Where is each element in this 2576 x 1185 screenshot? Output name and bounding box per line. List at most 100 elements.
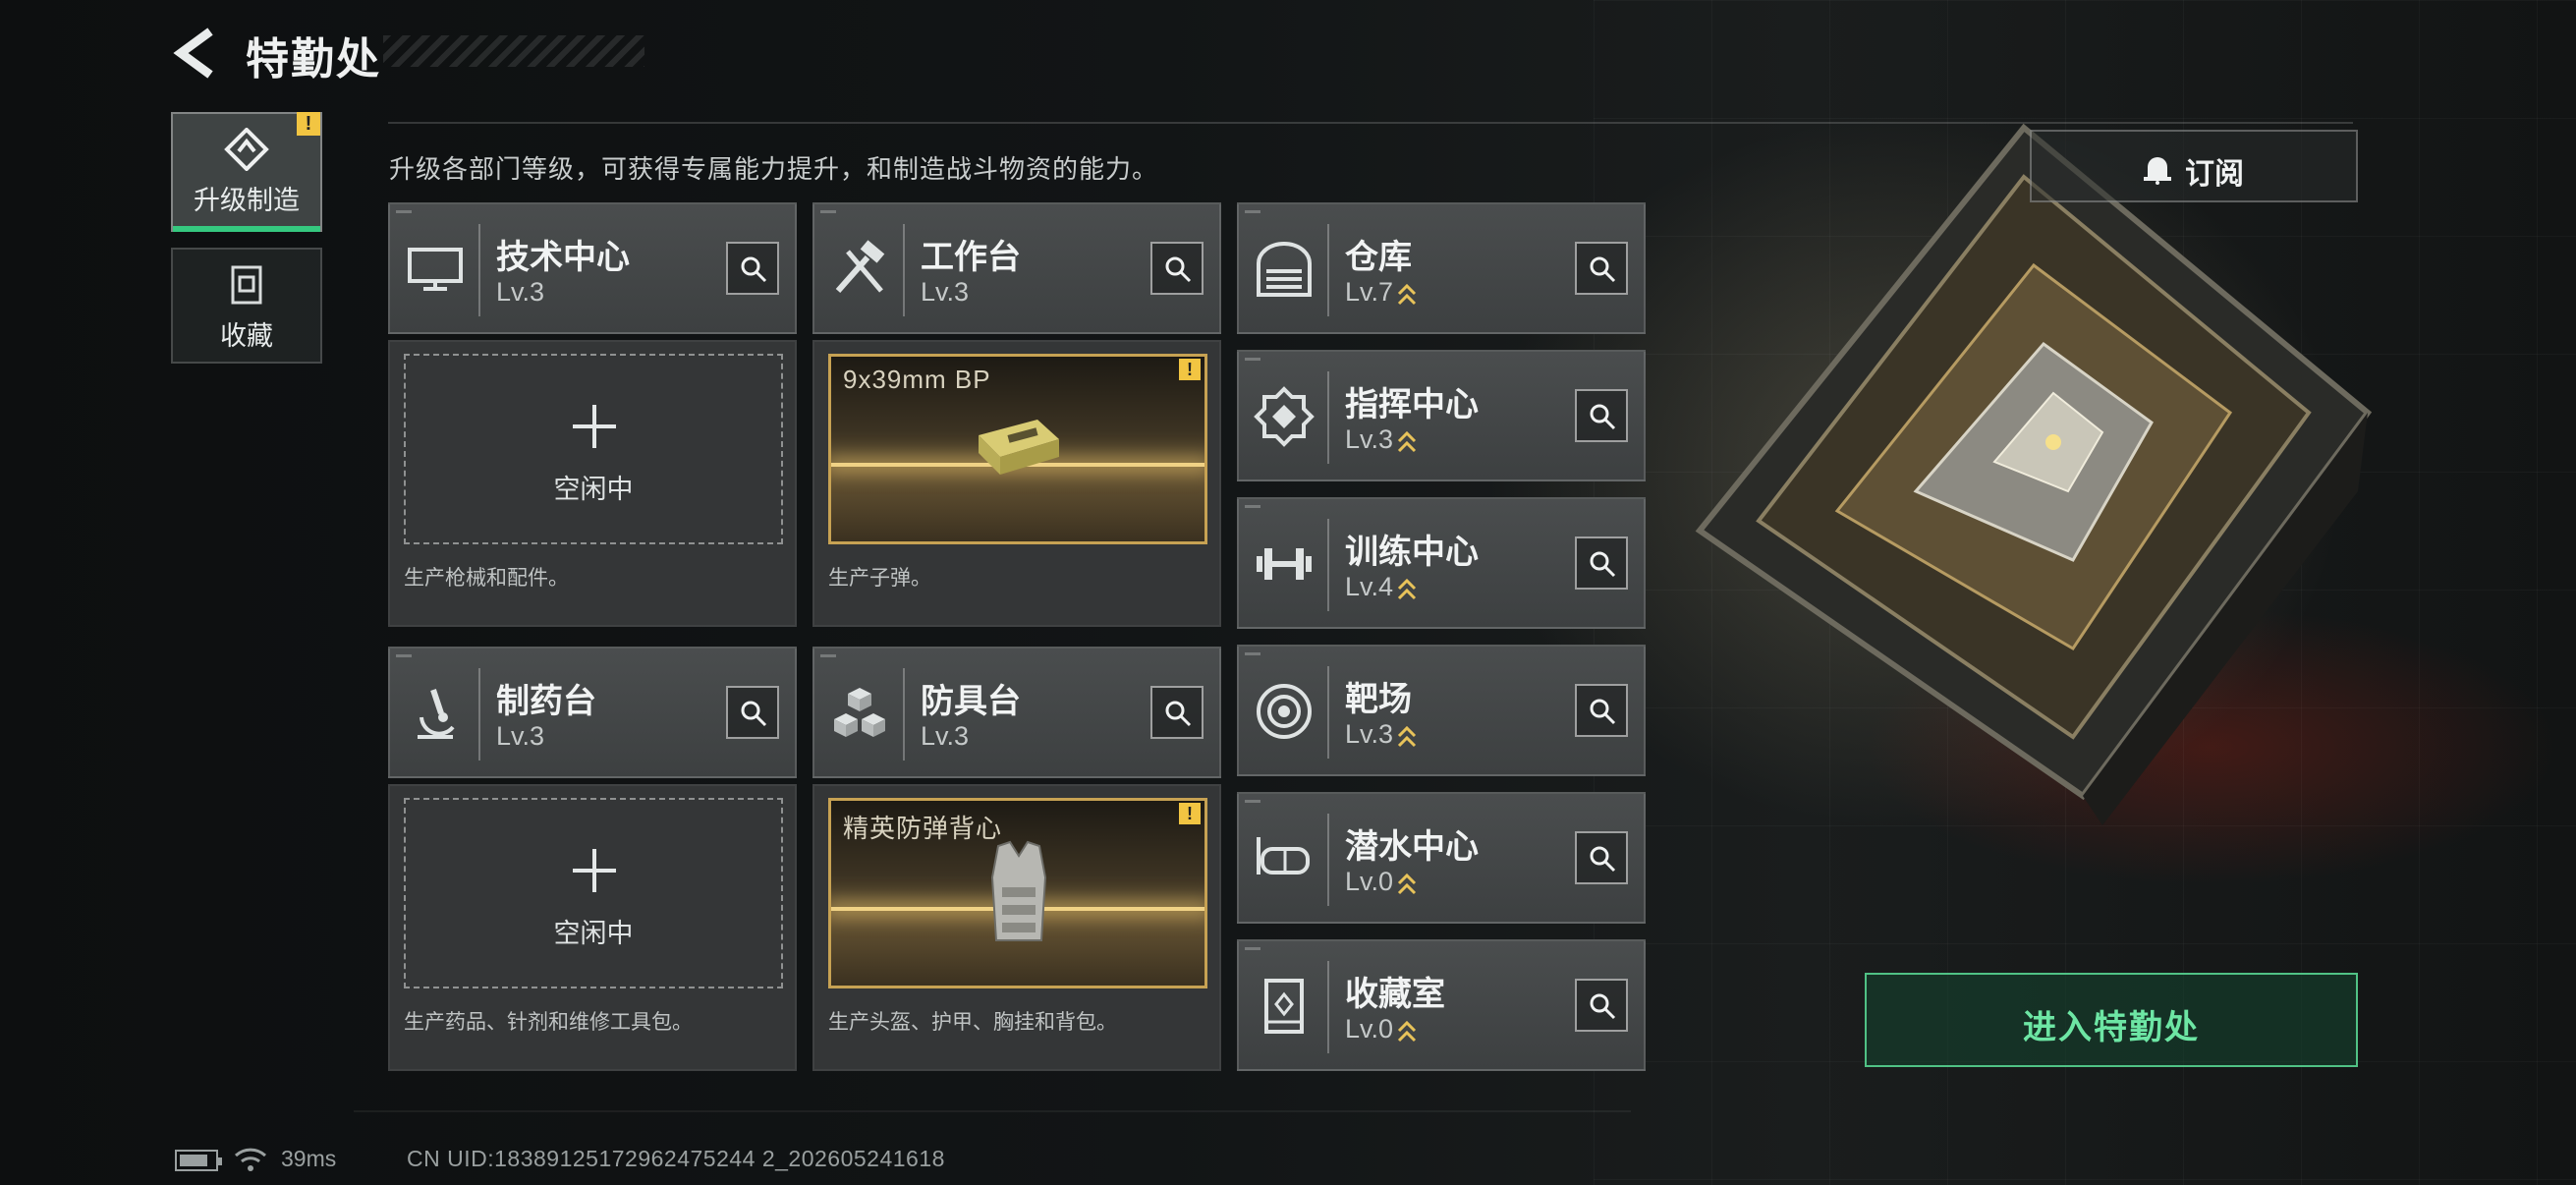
upgrade-available-icon [1397, 430, 1417, 452]
facility-card-training-center[interactable]: 训练中心 Lv.4 [1237, 497, 1646, 629]
notification-badge: ! [1179, 359, 1201, 380]
facility-name: 指挥中心 [1345, 386, 1479, 423]
facility-level: Lv.0 [1345, 867, 1417, 897]
enter-special-ops-button[interactable]: 进入特勤处 [1865, 973, 2358, 1067]
facility-name: 制药台 [496, 683, 596, 720]
facility-level: Lv.0 [1345, 1014, 1417, 1044]
production-description: 生产药品、针剂和维修工具包。 [404, 1011, 693, 1034]
card-divider [903, 668, 905, 761]
production-panel-tech-center: 空闲中 生产枪械和配件。 [388, 340, 797, 627]
title-decoration [383, 35, 644, 67]
search-icon [1590, 846, 1616, 873]
enter-button-label: 进入特勤处 [2023, 1009, 2200, 1046]
notification-badge: ! [297, 112, 320, 136]
production-panel-pharmacy: 空闲中 生产药品、针剂和维修工具包。 [388, 784, 797, 1071]
subscribe-label: 订阅 [2185, 158, 2244, 191]
facility-level: Lv.4 [1345, 572, 1417, 602]
facility-level: Lv.3 [921, 721, 970, 751]
production-item-slot[interactable]: 精英防弹背心 ! [828, 798, 1207, 988]
facility-card-collection-room[interactable]: 收藏室 Lv.0 [1237, 939, 1646, 1071]
card-corner-mark [396, 654, 412, 657]
bell-icon [2144, 157, 2171, 185]
wifi-icon [234, 1148, 267, 1171]
facility-card-warehouse[interactable]: 仓库 Lv.7 [1237, 202, 1646, 334]
inspect-button[interactable] [1575, 979, 1628, 1032]
card-divider [1327, 519, 1329, 611]
production-panel-workbench: 9x39mm BP ! 生产子弹。 [812, 340, 1221, 627]
facility-level: Lv.7 [1345, 277, 1417, 308]
card-divider [1327, 814, 1329, 906]
card-corner-mark [1245, 652, 1260, 655]
inspect-button[interactable] [1575, 536, 1628, 590]
card-divider [1327, 224, 1329, 316]
level-text: Lv.0 [1345, 867, 1394, 896]
facility-card-diving-center[interactable]: 潜水中心 Lv.0 [1237, 792, 1646, 924]
inspect-button[interactable] [726, 686, 779, 739]
facility-name: 收藏室 [1345, 976, 1445, 1013]
notification-badge: ! [1179, 803, 1201, 824]
header-divider [388, 122, 2353, 124]
production-description: 生产头盔、护甲、胸挂和背包。 [828, 1011, 1117, 1034]
command-gear-icon [1254, 386, 1315, 447]
search-icon [741, 701, 767, 727]
inspect-button[interactable] [1150, 686, 1204, 739]
facility-card-workbench[interactable]: 工作台 Lv.3 [812, 202, 1221, 334]
production-description: 生产子弹。 [828, 567, 931, 590]
display-case-icon [1264, 979, 1304, 1034]
level-text: Lv.7 [1345, 277, 1394, 307]
level-text: Lv.4 [1345, 572, 1394, 601]
card-corner-mark [1245, 800, 1260, 803]
upgrade-available-icon [1397, 578, 1417, 599]
card-corner-mark [820, 654, 836, 657]
facility-name: 训练中心 [1345, 534, 1479, 571]
inspect-button[interactable] [1150, 242, 1204, 295]
facility-card-shooting-range[interactable]: 靶场 Lv.3 [1237, 645, 1646, 776]
search-icon [1165, 701, 1192, 727]
facility-card-tech-center[interactable]: 技术中心 Lv.3 [388, 202, 797, 334]
microscope-icon [418, 689, 455, 739]
inspect-button[interactable] [1575, 684, 1628, 737]
idle-production-slot[interactable]: 空闲中 [404, 798, 783, 988]
inspect-button[interactable] [1575, 831, 1628, 884]
card-divider [903, 224, 905, 316]
facility-name: 靶场 [1345, 681, 1412, 718]
production-description: 生产枪械和配件。 [404, 567, 569, 590]
search-icon [741, 256, 767, 283]
diving-mask-icon [1257, 837, 1310, 875]
vest-icon [990, 840, 1047, 941]
facility-name: 潜水中心 [1345, 828, 1479, 866]
facility-card-pharmacy[interactable]: 制药台 Lv.3 [388, 647, 797, 778]
active-tab-indicator [173, 226, 320, 232]
facility-name: 仓库 [1345, 239, 1412, 276]
card-corner-mark [1245, 505, 1260, 508]
dumbbell-icon [1257, 548, 1312, 580]
facility-name: 工作台 [921, 239, 1021, 276]
back-arrow-icon[interactable] [169, 26, 220, 81]
search-icon [1590, 404, 1616, 430]
facility-card-command-center[interactable]: 指挥中心 Lv.3 [1237, 350, 1646, 481]
tab-collection[interactable]: 收藏 [171, 248, 322, 364]
production-panel-armor-bench: 精英防弹背心 ! 生产头盔、护甲、胸挂和背包。 [812, 784, 1221, 1071]
search-icon [1590, 551, 1616, 578]
card-divider [1327, 961, 1329, 1053]
search-icon [1590, 256, 1616, 283]
card-divider [1327, 371, 1329, 464]
inspect-button[interactable] [1575, 242, 1628, 295]
inspect-button[interactable] [1575, 389, 1628, 442]
page-title: 特勤处 [246, 35, 381, 84]
production-item-slot[interactable]: 9x39mm BP ! [828, 354, 1207, 544]
facility-level: Lv.3 [1345, 719, 1417, 750]
facility-card-armor-bench[interactable]: 防具台 Lv.3 [812, 647, 1221, 778]
card-corner-mark [396, 210, 412, 213]
inspect-button[interactable] [726, 242, 779, 295]
tab-label: 收藏 [220, 321, 273, 351]
tab-upgrade-manufacture[interactable]: 升级制造 ! [171, 112, 322, 232]
item-name: 精英防弹背心 [843, 814, 1003, 843]
tab-label: 升级制造 [194, 186, 300, 215]
upgrade-available-icon [1397, 283, 1417, 305]
idle-production-slot[interactable]: 空闲中 [404, 354, 783, 544]
subscribe-button[interactable]: 订阅 [2030, 130, 2358, 202]
search-icon [1590, 993, 1616, 1020]
item-name: 9x39mm BP [843, 365, 991, 394]
card-corner-mark [1245, 358, 1260, 361]
